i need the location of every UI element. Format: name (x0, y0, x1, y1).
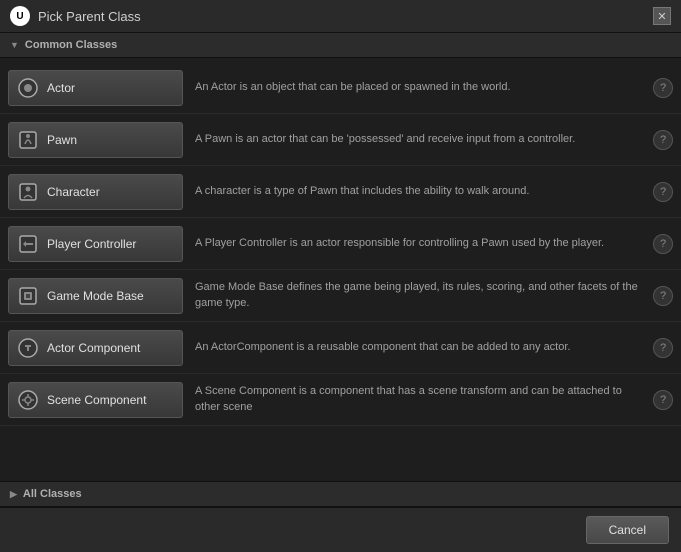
help-icon-actor-component[interactable]: ? (653, 338, 673, 358)
class-icon-actorcomponent (17, 337, 39, 359)
class-row-player-controller: Player Controller A Player Controller is… (0, 218, 681, 270)
class-row-character: Character A character is a type of Pawn … (0, 166, 681, 218)
class-button-actor[interactable]: Actor (8, 70, 183, 106)
class-icon-scenecomponent (17, 389, 39, 411)
class-button-scene-component[interactable]: Scene Component (8, 382, 183, 418)
common-classes-label: Common Classes (25, 39, 117, 51)
help-icon-actor[interactable]: ? (653, 78, 673, 98)
class-label-pawn: Pawn (47, 133, 77, 147)
classes-list: Actor An Actor is an object that can be … (0, 58, 681, 481)
class-row-game-mode-base: Game Mode Base Game Mode Base defines th… (0, 270, 681, 322)
footer: Cancel (0, 507, 681, 552)
class-button-player-controller[interactable]: Player Controller (8, 226, 183, 262)
class-icon-pawn (17, 129, 39, 151)
class-row-actor-component: Actor Component An ActorComponent is a r… (0, 322, 681, 374)
close-button[interactable]: ✕ (653, 7, 671, 25)
class-label-actor-component: Actor Component (47, 341, 140, 355)
class-description-actor-component: An ActorComponent is a reusable componen… (183, 340, 653, 355)
class-label-game-mode-base: Game Mode Base (47, 289, 144, 303)
class-icon-gamemodebase (17, 285, 39, 307)
class-description-pawn: A Pawn is an actor that can be 'possesse… (183, 132, 653, 147)
class-button-pawn[interactable]: Pawn (8, 122, 183, 158)
main-content: ▼ Common Classes Actor An Actor is an ob… (0, 33, 681, 507)
common-classes-arrow: ▼ (10, 40, 19, 50)
cancel-button[interactable]: Cancel (586, 516, 669, 544)
dialog-title: Pick Parent Class (38, 9, 141, 24)
class-row-pawn: Pawn A Pawn is an actor that can be 'pos… (0, 114, 681, 166)
all-classes-arrow: ▶ (10, 489, 17, 500)
class-description-character: A character is a type of Pawn that inclu… (183, 184, 653, 199)
class-button-actor-component[interactable]: Actor Component (8, 330, 183, 366)
class-label-character: Character (47, 185, 100, 199)
title-bar: U Pick Parent Class ✕ (0, 0, 681, 33)
help-icon-pawn[interactable]: ? (653, 130, 673, 150)
class-row-scene-component: Scene Component A Scene Component is a c… (0, 374, 681, 426)
class-icon-actor (17, 77, 39, 99)
help-icon-player-controller[interactable]: ? (653, 234, 673, 254)
common-classes-header: ▼ Common Classes (0, 33, 681, 58)
title-bar-left: U Pick Parent Class (10, 6, 141, 26)
all-classes-section[interactable]: ▶ All Classes (0, 481, 681, 507)
help-icon-character[interactable]: ? (653, 182, 673, 202)
class-icon-character (17, 181, 39, 203)
help-icon-scene-component[interactable]: ? (653, 390, 673, 410)
class-button-game-mode-base[interactable]: Game Mode Base (8, 278, 183, 314)
class-description-game-mode-base: Game Mode Base defines the game being pl… (183, 280, 653, 311)
class-button-character[interactable]: Character (8, 174, 183, 210)
help-icon-game-mode-base[interactable]: ? (653, 286, 673, 306)
class-description-player-controller: A Player Controller is an actor responsi… (183, 236, 653, 251)
class-row-actor: Actor An Actor is an object that can be … (0, 62, 681, 114)
class-description-actor: An Actor is an object that can be placed… (183, 80, 653, 95)
class-label-actor: Actor (47, 81, 75, 95)
ue-logo: U (10, 6, 30, 26)
class-icon-playercontroller (17, 233, 39, 255)
class-label-scene-component: Scene Component (47, 393, 146, 407)
all-classes-label: All Classes (23, 488, 82, 500)
class-description-scene-component: A Scene Component is a component that ha… (183, 384, 653, 415)
class-label-player-controller: Player Controller (47, 237, 136, 251)
